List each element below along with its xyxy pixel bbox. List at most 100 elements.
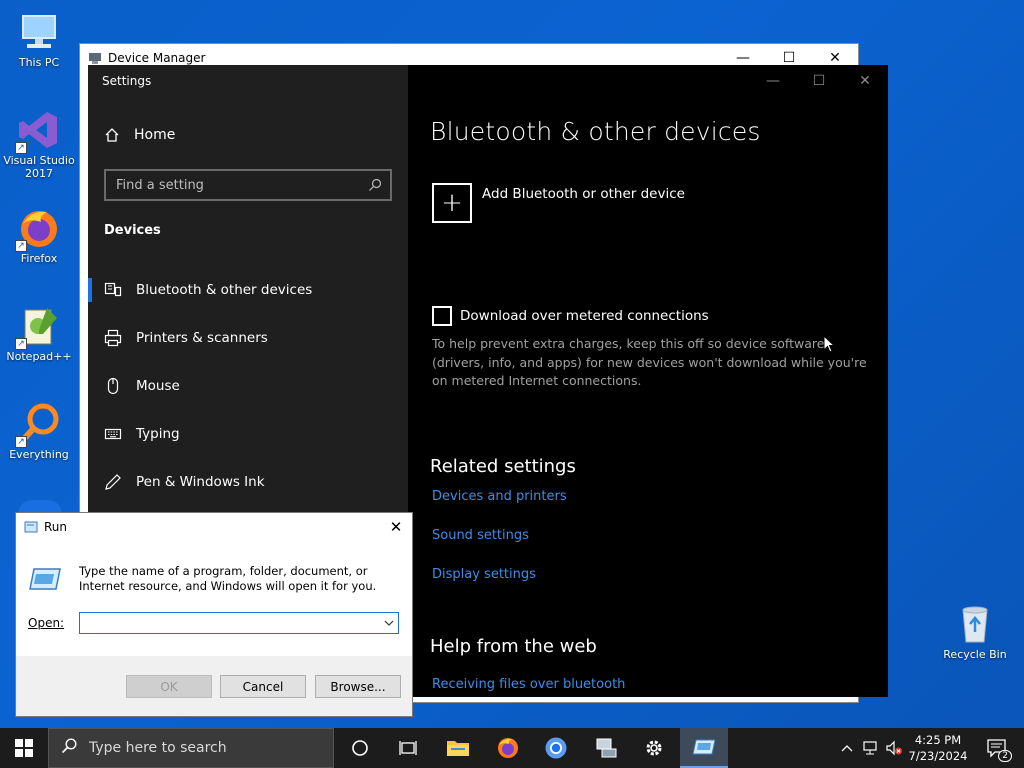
run-dialog-body: Type the name of a program, folder, docu… bbox=[16, 541, 412, 656]
close-icon[interactable]: ✕ bbox=[842, 65, 888, 97]
desktop-icon-firefox[interactable]: ↗ Firefox bbox=[1, 206, 77, 265]
settings-search-box[interactable] bbox=[104, 169, 392, 201]
task-view-button[interactable] bbox=[384, 728, 432, 768]
home-icon bbox=[105, 128, 119, 142]
settings-app-title: Settings bbox=[102, 74, 152, 88]
folder-icon bbox=[447, 741, 469, 756]
run-program-icon bbox=[29, 568, 61, 590]
run-description: Type the name of a program, folder, docu… bbox=[79, 564, 377, 593]
notepad-plus-plus-icon: ↗ bbox=[15, 304, 61, 350]
notification-count-badge: 2 bbox=[998, 750, 1012, 762]
taskbar-file-explorer[interactable] bbox=[434, 728, 482, 768]
taskbar-settings[interactable] bbox=[630, 728, 678, 768]
taskbar-clock[interactable]: 4:25 PM 7/23/2024 bbox=[905, 732, 971, 764]
settings-content: — ☐ ✕ Bluetooth & other devices + Add Bl… bbox=[408, 65, 888, 697]
desktop-icon-label: Firefox bbox=[20, 252, 58, 265]
open-combobox[interactable] bbox=[79, 612, 399, 634]
link-devices-and-printers[interactable]: Devices and printers bbox=[432, 489, 567, 504]
settings-search-input[interactable] bbox=[116, 177, 368, 193]
tray-overflow-chevron[interactable] bbox=[838, 728, 856, 768]
cortana-circle-icon bbox=[352, 740, 368, 756]
nav-typing[interactable]: Typing bbox=[88, 410, 408, 458]
metered-download-checkbox-row[interactable]: Download over metered connections bbox=[432, 306, 709, 326]
taskbar-firefox[interactable] bbox=[484, 728, 532, 768]
nav-pen-windows-ink[interactable]: Pen & Windows Ink bbox=[88, 458, 408, 506]
keyboard-icon bbox=[104, 428, 122, 440]
device-manager-icon bbox=[596, 738, 617, 758]
search-icon[interactable] bbox=[368, 178, 382, 192]
taskbar: Type here to search 4:25 PM 7/23/2024 2 bbox=[0, 728, 1024, 768]
run-title: Run bbox=[44, 520, 68, 534]
page-title: Bluetooth & other devices bbox=[430, 117, 761, 146]
desktop-icon-label: Everything bbox=[9, 448, 69, 461]
run-dialog[interactable]: Run ✕ Type the name of a program, folder… bbox=[15, 512, 413, 717]
taskbar-search-box[interactable]: Type here to search bbox=[48, 728, 334, 768]
desktop-icon-visual-studio[interactable]: ↗ Visual Studio 2017 bbox=[1, 108, 77, 180]
mouse-icon bbox=[107, 377, 119, 395]
desktop-icon-recycle-bin[interactable]: Recycle Bin bbox=[937, 602, 1013, 661]
recycle-bin-icon bbox=[953, 602, 997, 646]
desktop-icon-label: Recycle Bin bbox=[943, 648, 1007, 661]
chevron-down-icon[interactable] bbox=[380, 620, 398, 626]
chrome-icon bbox=[545, 737, 567, 759]
nav-bluetooth-devices[interactable]: Bluetooth & other devices bbox=[88, 266, 408, 314]
device-manager-icon bbox=[89, 53, 101, 64]
run-icon bbox=[692, 739, 716, 755]
tray-volume[interactable] bbox=[884, 728, 904, 768]
maximize-icon[interactable]: ☐ bbox=[796, 65, 842, 97]
metered-download-checkbox[interactable] bbox=[432, 306, 452, 326]
taskbar-chrome[interactable] bbox=[532, 728, 580, 768]
desktop-icon-this-pc[interactable]: This PC bbox=[1, 10, 77, 69]
close-icon[interactable]: ✕ bbox=[386, 517, 406, 537]
browse-button[interactable]: Browse... bbox=[315, 675, 401, 698]
home-label: Home bbox=[134, 127, 176, 143]
minimize-icon[interactable]: — bbox=[750, 65, 796, 97]
firefox-icon: ↗ bbox=[15, 206, 61, 252]
computer-icon bbox=[17, 10, 61, 54]
nav-label: Printers & scanners bbox=[136, 330, 268, 346]
open-input[interactable] bbox=[80, 614, 380, 632]
plus-icon: + bbox=[432, 183, 472, 223]
task-view-icon bbox=[399, 741, 417, 755]
nav-printers-scanners[interactable]: Printers & scanners bbox=[88, 314, 408, 362]
firefox-icon bbox=[498, 738, 518, 758]
add-device-button[interactable]: + Add Bluetooth or other device bbox=[432, 183, 685, 223]
start-button[interactable] bbox=[0, 728, 48, 768]
printer-icon bbox=[104, 329, 122, 347]
pen-icon bbox=[105, 474, 121, 490]
nav-mouse[interactable]: Mouse bbox=[88, 362, 408, 410]
desktop-icon-notepad-plus-plus[interactable]: ↗ Notepad++ bbox=[1, 304, 77, 363]
nav-label: Mouse bbox=[136, 378, 180, 394]
nav-label: Pen & Windows Ink bbox=[136, 474, 265, 490]
desktop-icon-label: This PC bbox=[18, 56, 60, 69]
add-device-label: Add Bluetooth or other device bbox=[482, 186, 685, 202]
link-sound-settings[interactable]: Sound settings bbox=[432, 528, 529, 543]
taskbar-device-manager[interactable] bbox=[582, 728, 630, 768]
bluetooth-devices-icon bbox=[104, 282, 122, 297]
mouse-cursor-icon bbox=[823, 335, 835, 353]
taskbar-run[interactable] bbox=[680, 728, 728, 768]
cortana-button[interactable] bbox=[336, 728, 384, 768]
shortcut-arrow-icon: ↗ bbox=[15, 436, 27, 448]
related-settings-heading: Related settings bbox=[430, 456, 576, 477]
chevron-up-icon bbox=[841, 745, 853, 752]
gear-icon bbox=[646, 740, 662, 756]
desktop-icon-everything[interactable]: ↗ Everything bbox=[1, 402, 77, 461]
device-manager-title: Device Manager bbox=[108, 51, 206, 65]
devices-section-heading: Devices bbox=[104, 223, 161, 238]
volume-muted-icon bbox=[886, 740, 902, 756]
windows-logo-icon bbox=[15, 739, 33, 757]
run-title-bar[interactable]: Run bbox=[16, 513, 412, 541]
action-center-button[interactable]: 2 bbox=[978, 728, 1018, 768]
cancel-button[interactable]: Cancel bbox=[220, 675, 306, 698]
shortcut-arrow-icon: ↗ bbox=[15, 338, 27, 350]
link-receiving-files-bluetooth[interactable]: Receiving files over bluetooth bbox=[432, 677, 625, 692]
tray-network[interactable] bbox=[860, 728, 882, 768]
home-nav-button[interactable]: Home bbox=[104, 127, 175, 143]
nav-label: Typing bbox=[136, 426, 180, 442]
run-icon bbox=[24, 521, 38, 533]
desktop-icon-label: Visual Studio 2017 bbox=[3, 154, 75, 180]
shortcut-arrow-icon: ↗ bbox=[15, 142, 27, 154]
link-display-settings[interactable]: Display settings bbox=[432, 567, 536, 582]
ok-button[interactable]: OK bbox=[126, 675, 212, 698]
